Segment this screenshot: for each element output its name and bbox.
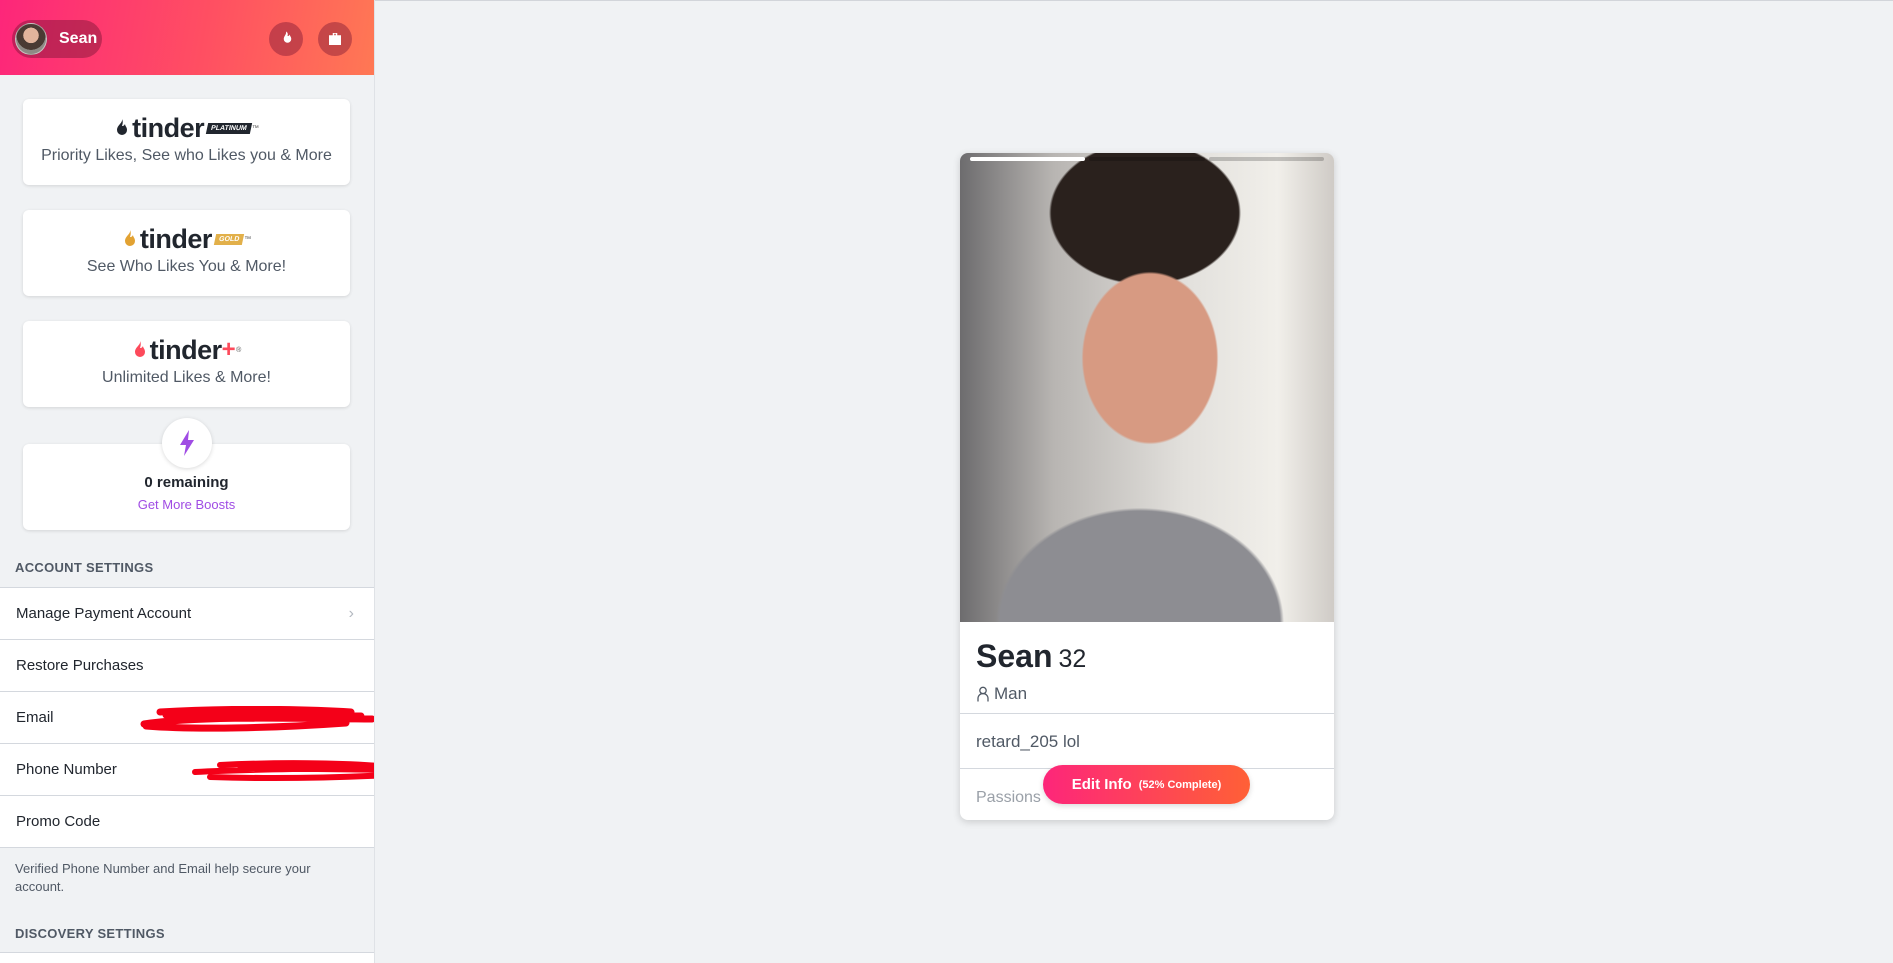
name-age-line: Sean 32	[976, 638, 1086, 675]
flame-icon	[124, 230, 135, 246]
boost-icon-badge	[162, 418, 212, 468]
redaction-scribble	[140, 706, 374, 732]
setting-label: Email	[16, 709, 54, 726]
tinder-plus-logo: tinder + ®	[23, 335, 350, 365]
profile-photo[interactable]	[960, 153, 1334, 622]
account-settings-list: Manage Payment Account › Restore Purchas…	[0, 587, 374, 848]
promo-card-platinum[interactable]: tinder PLATINUM ™ Priority Likes, See who…	[23, 99, 350, 185]
brand-wordmark: tinder	[132, 113, 205, 143]
edit-info-button[interactable]: Edit Info (52% Complete)	[1043, 765, 1250, 804]
promo-card-gold[interactable]: tinder GOLD ™ See Who Likes You & More!	[23, 210, 350, 296]
brand-wordmark: tinder	[139, 224, 213, 254]
profile-button[interactable]: Sean	[12, 20, 102, 58]
setting-label: Restore Purchases	[16, 657, 144, 674]
manage-payment-row[interactable]: Manage Payment Account ›	[0, 587, 374, 639]
discovery-settings-row[interactable]	[0, 952, 374, 963]
redaction-scribble	[192, 760, 374, 782]
get-more-boosts-link[interactable]: Get More Boosts	[23, 497, 350, 512]
profile-age: 32	[1058, 645, 1087, 673]
photo-progress-bar[interactable]	[1208, 157, 1324, 161]
profile-info: Sean 32 Man	[960, 622, 1334, 714]
profile-bio: retard_205 lol	[976, 732, 1080, 751]
tier-badge: PLATINUM	[206, 122, 252, 134]
profile-name: Sean	[976, 638, 1053, 674]
setting-label: Phone Number	[16, 761, 117, 778]
user-name: Sean	[59, 30, 98, 47]
registered-symbol: ®	[236, 346, 242, 354]
setting-label: Manage Payment Account	[16, 605, 192, 622]
passions-label: Passions	[976, 789, 1041, 806]
chevron-right-icon: ›	[348, 604, 354, 622]
profile-completion: (52% Complete)	[1138, 778, 1222, 791]
brand-wordmark: tinder	[149, 335, 223, 365]
account-settings-title: ACCOUNT SETTINGS	[15, 560, 154, 575]
avatar	[15, 23, 47, 55]
setting-label: Promo Code	[16, 813, 101, 830]
gender-line: Man	[976, 684, 1027, 704]
sidebar-header: Sean	[0, 0, 374, 75]
promo-description: Priority Likes, See who Likes you & More	[41, 147, 332, 164]
tinder-gold-logo: tinder GOLD ™	[23, 224, 350, 254]
explore-button[interactable]	[269, 22, 303, 56]
restore-purchases-row[interactable]: Restore Purchases	[0, 639, 374, 691]
promo-description: See Who Likes You & More!	[86, 258, 287, 275]
profile-gender: Man	[994, 684, 1028, 703]
lightning-icon	[180, 430, 194, 456]
flame-icon	[283, 31, 292, 43]
settings-note: Verified Phone Number and Email help sec…	[15, 861, 311, 894]
discovery-settings-title: DISCOVERY SETTINGS	[15, 926, 165, 941]
photo-progress-bar[interactable]	[1089, 157, 1205, 161]
tier-badge: +	[221, 336, 236, 363]
photo-progress-bar[interactable]	[970, 157, 1086, 161]
photo-progress-bars	[970, 157, 1324, 161]
flame-icon	[134, 341, 145, 357]
promo-card-plus[interactable]: tinder + ® Unlimited Likes & More!	[23, 321, 350, 407]
phone-number-row[interactable]: Phone Number	[0, 743, 374, 795]
edit-info-label: Edit Info	[1071, 776, 1132, 793]
promo-description: Unlimited Likes & More!	[102, 369, 271, 386]
trademark-symbol: ™	[251, 124, 259, 132]
person-icon	[977, 686, 989, 702]
flame-icon	[117, 119, 128, 135]
promo-code-row[interactable]: Promo Code	[0, 795, 374, 848]
tier-badge: GOLD	[213, 233, 245, 245]
boost-remaining: 0 remaining	[144, 474, 229, 491]
trademark-symbol: ™	[244, 235, 252, 243]
sidebar: Sean tinder PLATINUM ™ Priority Likes, Se…	[0, 0, 375, 963]
tinder-platinum-logo: tinder PLATINUM ™	[23, 113, 350, 143]
work-mode-button[interactable]	[318, 22, 352, 56]
bio-section: retard_205 lol	[960, 714, 1334, 769]
email-row[interactable]: Email	[0, 691, 374, 743]
profile-card[interactable]: Sean 32 Man retard_205 lol Passions	[960, 153, 1334, 820]
briefcase-icon	[329, 33, 341, 45]
